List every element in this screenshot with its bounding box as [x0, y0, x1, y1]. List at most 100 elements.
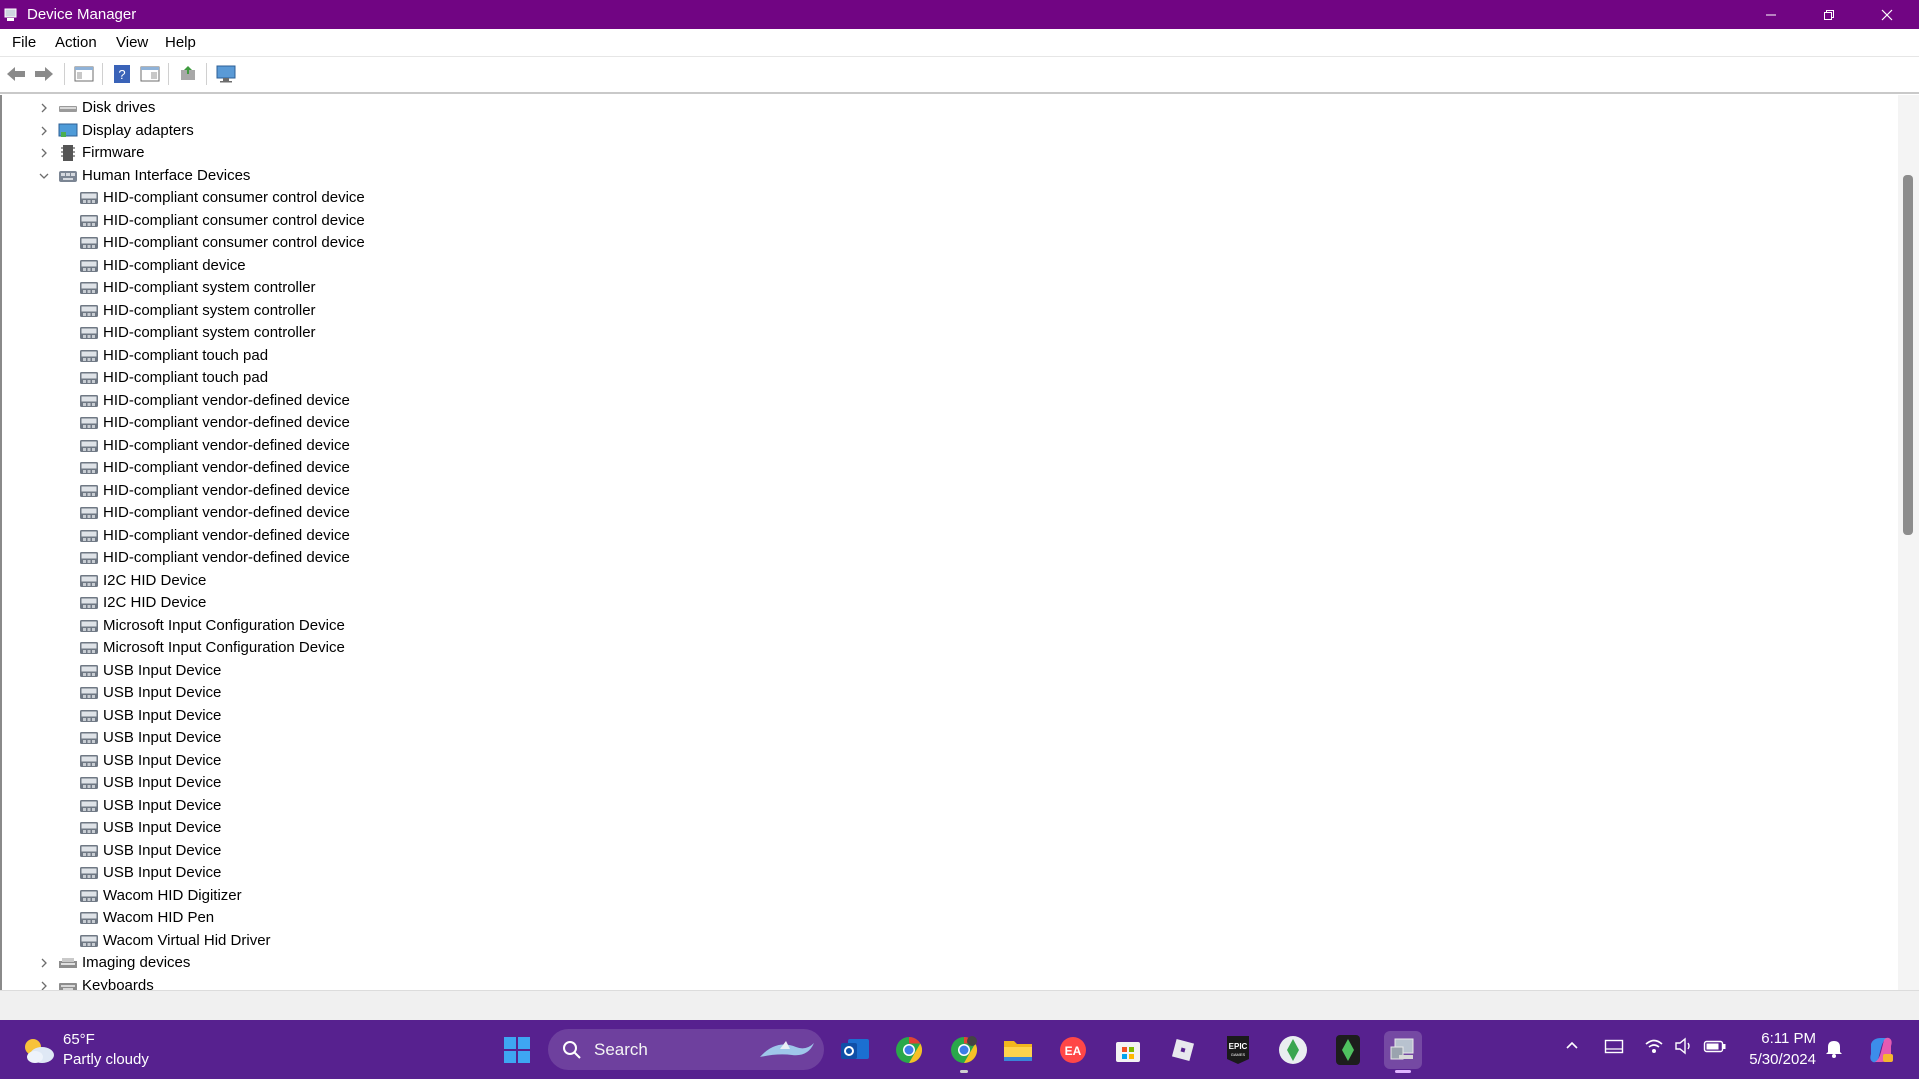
- taskbar-app-microsoft-store[interactable]: [1109, 1031, 1147, 1069]
- tree-item-label: HID-compliant system controller: [103, 279, 316, 296]
- taskbar-app-sims-plumbob[interactable]: [1274, 1031, 1312, 1069]
- volume-tray-button[interactable]: [1674, 1037, 1694, 1060]
- expand-chevron-icon[interactable]: [38, 952, 50, 974]
- minimize-button[interactable]: [1742, 0, 1800, 29]
- console-tree-icon: [74, 66, 94, 82]
- hid-device-icon: [80, 507, 98, 519]
- restore-button[interactable]: [1800, 0, 1858, 29]
- taskbar-app-plumbob[interactable]: [1329, 1031, 1367, 1069]
- show-hidden-icons-button[interactable]: [1564, 1038, 1580, 1059]
- speaker-icon: [1675, 1037, 1690, 1055]
- toolbar-separator: [102, 63, 103, 85]
- ea-app-icon: EA: [1060, 1037, 1086, 1063]
- taskbar-app-ea[interactable]: EA: [1054, 1031, 1092, 1069]
- collapse-chevron-icon[interactable]: [38, 165, 50, 187]
- update-driver-button[interactable]: [176, 63, 200, 85]
- scrollbar-thumb[interactable]: [1903, 175, 1913, 535]
- toolbar: ?: [0, 57, 1919, 94]
- menu-help[interactable]: Help: [165, 34, 196, 51]
- tree-item-label: USB Input Device: [103, 684, 222, 701]
- tree-item-label: USB Input Device: [103, 774, 222, 791]
- expand-chevron-icon[interactable]: [38, 975, 50, 991]
- scan-hardware-monitor-icon: [216, 65, 236, 83]
- tree-item-label: I2C HID Device: [103, 571, 207, 589]
- expand-chevron-icon[interactable]: [38, 97, 50, 119]
- battery-tray-button[interactable]: [1703, 1038, 1727, 1059]
- disk-drive-icon: [59, 106, 77, 112]
- menu-bar: File Action View Help: [0, 29, 1919, 57]
- taskbar-app-roblox[interactable]: [1164, 1031, 1202, 1069]
- svg-text:EPIC: EPIC: [1229, 1042, 1248, 1051]
- help-button[interactable]: ?: [110, 63, 134, 85]
- properties-button[interactable]: [138, 63, 162, 85]
- taskbar-app-outlook[interactable]: [836, 1031, 874, 1069]
- hid-device-icon: [80, 597, 98, 609]
- tree-item-label: HID-compliant vendor-defined device: [103, 391, 350, 409]
- hid-device-icon: [80, 574, 98, 587]
- file-explorer-folder-icon: [1004, 1041, 1032, 1061]
- partly-cloudy-icon: [25, 1039, 54, 1063]
- bell-icon: [1826, 1041, 1842, 1058]
- back-button[interactable]: [4, 63, 28, 85]
- notifications-button[interactable]: [1825, 1038, 1843, 1063]
- chevron-up-icon: [1566, 1041, 1578, 1049]
- svg-text:?: ?: [118, 67, 125, 82]
- network-tray-button[interactable]: [1644, 1037, 1664, 1060]
- minimize-icon: [1766, 14, 1776, 15]
- copilot-button[interactable]: [1862, 1031, 1900, 1069]
- hid-device-icon: [80, 484, 98, 497]
- device-manager-icon: [1390, 1038, 1414, 1060]
- tree-item-label: USB Input Device: [103, 661, 222, 679]
- menu-view[interactable]: View: [116, 34, 148, 51]
- hid-device-icon: [80, 934, 98, 947]
- vertical-scrollbar[interactable]: [1898, 95, 1919, 990]
- close-button[interactable]: [1858, 0, 1916, 29]
- tablet-icon: [1604, 1039, 1624, 1054]
- tree-item-label: USB Input Device: [103, 751, 222, 769]
- hid-device-icon: [80, 912, 98, 924]
- tree-item-label: Human Interface Devices: [82, 166, 251, 184]
- hid-device-icon: [80, 372, 98, 384]
- taskbar-app-chrome[interactable]: [890, 1031, 928, 1069]
- expand-chevron-icon[interactable]: [38, 120, 50, 142]
- update-driver-icon: [181, 66, 195, 80]
- tree-item-label: Wacom HID Digitizer: [103, 886, 242, 904]
- tree-item-label: Firmware: [82, 144, 145, 161]
- tree-item-label: HID-compliant touch pad: [103, 369, 269, 386]
- taskbar-app-device-manager[interactable]: [1384, 1031, 1422, 1073]
- forward-arrow-icon: [35, 67, 53, 81]
- forward-button[interactable]: [32, 63, 56, 85]
- taskbar-search-box[interactable]: Search: [548, 1029, 824, 1070]
- outlook-icon: [841, 1039, 869, 1059]
- hid-device-icon: [80, 417, 98, 429]
- taskbar-app-chrome-profile[interactable]: [945, 1031, 983, 1073]
- tree-item-label: USB Input Device: [103, 729, 222, 746]
- keyboard-icon: [59, 982, 77, 990]
- hid-device-icon: [80, 889, 98, 902]
- hid-device-icon: [80, 192, 98, 204]
- tree-item-label: HID-compliant consumer control device: [103, 234, 365, 251]
- search-icon: [563, 1041, 581, 1059]
- hid-device-icon: [80, 439, 98, 452]
- wifi-icon: [1645, 1039, 1663, 1053]
- hid-device-icon: [80, 214, 98, 227]
- close-icon: [1881, 9, 1893, 20]
- help-icon: ?: [114, 65, 130, 83]
- menu-action[interactable]: Action: [55, 34, 97, 51]
- show-hide-console-tree-button[interactable]: [72, 63, 96, 85]
- start-button[interactable]: [498, 1031, 536, 1069]
- hid-device-icon: [80, 327, 98, 339]
- epic-games-icon: EPIC GAMES: [1227, 1036, 1249, 1064]
- tree-item-label: HID-compliant vendor-defined device: [103, 414, 350, 431]
- tree-item-label: USB Input Device: [103, 864, 222, 881]
- tablet-mode-tray-button[interactable]: [1604, 1038, 1624, 1061]
- tree-item-label: HID-compliant vendor-defined device: [103, 481, 350, 499]
- tree-item-label: HID-compliant vendor-defined device: [103, 436, 350, 454]
- search-label: Search: [594, 1040, 648, 1059]
- expand-chevron-icon[interactable]: [38, 142, 50, 164]
- scan-for-hardware-changes-button[interactable]: [214, 63, 238, 85]
- taskbar-app-file-explorer[interactable]: [999, 1031, 1037, 1069]
- hid-device-icon: [80, 282, 98, 294]
- menu-file[interactable]: File: [12, 34, 36, 51]
- taskbar-app-epic-games[interactable]: EPIC GAMES: [1219, 1031, 1257, 1069]
